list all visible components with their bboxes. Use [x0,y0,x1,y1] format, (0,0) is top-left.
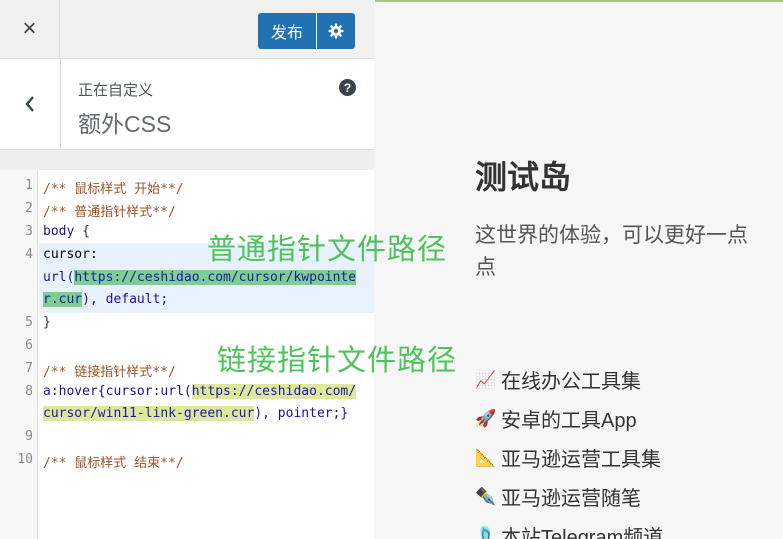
link-cursor-url: https://ceshidao.com/ [191,384,357,399]
nav-link-label: 本站Telegram频道 [501,527,664,539]
code-token: { [74,224,90,239]
help-icon[interactable]: ? [339,79,356,96]
line-number: 5 [25,315,33,330]
normal-cursor-url: r.cur [43,292,83,307]
publish-button[interactable]: 发布 [258,13,316,49]
code-line: /** 链接指针样式**/ [43,365,176,380]
section-header: 正在自定义 额外CSS [0,59,374,150]
gear-icon [328,23,344,39]
divider [0,150,374,170]
thong-sandal-icon: 🩴 [475,525,497,539]
line-number: 9 [25,429,33,444]
pen-icon: ✒️ [475,486,497,506]
code-line: url(https://ceshidao.com/cursor/kwpointe [43,270,357,285]
line-number: 2 [25,201,33,216]
breadcrumb: 正在自定义 [78,82,154,99]
nav-link-list: 📈 在线办公工具集 🚀 安卓的工具App 📐 亚马逊运营工具集 ✒️ 亚马逊运营随笔 🩴… [475,360,663,539]
section-title: 额外CSS [78,111,172,137]
line-number: 6 [25,338,33,353]
customizer-panel: × 发布 正在自定义 额外CSS ? 1 2 3 4 5 6 7 8 9 10 … [0,0,374,539]
code-line: /** 鼠标样式 结束**/ [43,456,184,471]
nav-link-label: 在线办公工具集 [501,371,641,393]
customizer-header: × 发布 [0,0,374,59]
line-number: 8 [25,384,33,399]
code-token: {cursor:url( [97,384,192,399]
close-icon: × [22,15,37,42]
nav-link-label: 亚马逊运营工具集 [501,449,661,471]
nav-link[interactable]: 📐 亚马逊运营工具集 [475,438,663,477]
css-selector: body [43,224,75,239]
code-line: cursor: [43,247,98,262]
annotation-normal-cursor: 普通指针文件路径 [207,232,448,266]
link-cursor-url: cursor/win11-link-green.cur [43,406,255,421]
nav-link-label: 亚马逊运营随笔 [501,488,641,510]
code-token: ), pointer;} [254,406,349,421]
preview-top-border [375,0,783,2]
nav-link[interactable]: 🩴 本站Telegram频道 [475,516,663,539]
site-tagline: 这世界的体验，可以更好一点点 [475,224,748,279]
line-number: 1 [25,178,33,193]
code-line: } [43,315,51,330]
close-button[interactable]: × [0,0,60,58]
code-line: body { [43,224,90,239]
annotation-link-cursor: 链接指针文件路径 [217,343,458,377]
rocket-icon: 🚀 [475,408,497,428]
nav-link[interactable]: 📈 在线办公工具集 [475,360,663,399]
code-token: ), default; [82,292,169,307]
nav-link-label: 安卓的工具App [501,410,637,432]
line-gutter: 1 2 3 4 5 6 7 8 9 10 [0,170,38,539]
code-line: /** 鼠标样式 开始**/ [43,182,184,197]
code-line: /** 普通指针样式**/ [43,205,176,220]
site-title[interactable]: 测试岛 [475,152,571,198]
code-line: a:hover{cursor:url(https://ceshidao.com/ [43,384,357,399]
normal-cursor-url: https://ceshidao.com/cursor/kwpointe [74,270,357,285]
nav-link[interactable]: 🚀 安卓的工具App [475,399,663,438]
line-number: 4 [25,247,33,262]
css-selector: a:hover [43,384,98,399]
chevron-left-icon [25,96,34,112]
line-number: 7 [25,361,33,376]
code-token: url( [43,270,75,285]
ruler-icon: 📐 [475,447,497,467]
back-button[interactable] [0,59,61,149]
line-number: 10 [17,452,33,467]
line-number: 3 [25,224,33,239]
publish-settings-button[interactable] [317,13,355,49]
code-line: r.cur), default; [43,292,168,307]
chart-icon: 📈 [475,369,497,389]
code-line: cursor/win11-link-green.cur), pointer;} [43,406,348,421]
nav-link[interactable]: ✒️ 亚马逊运营随笔 [475,477,663,516]
